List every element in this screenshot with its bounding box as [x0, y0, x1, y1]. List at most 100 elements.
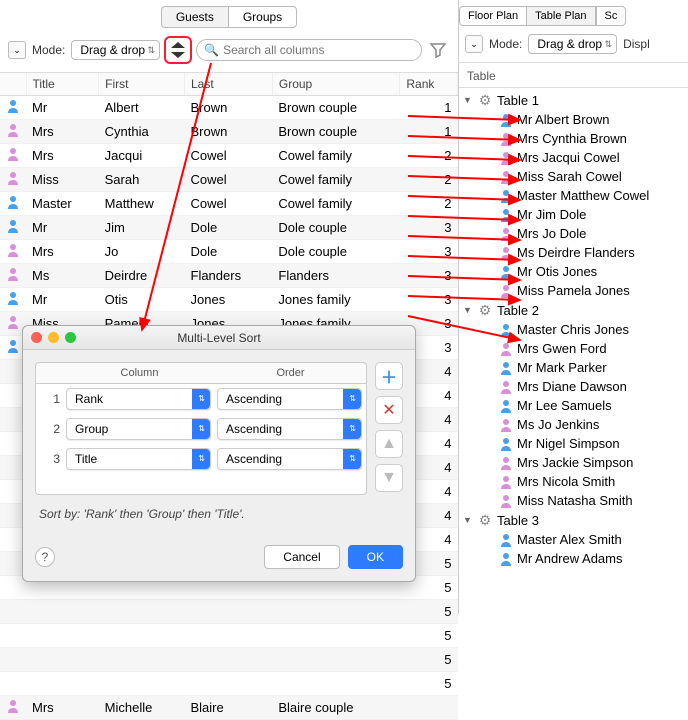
chevron-down-icon[interactable]: ▼: [463, 305, 473, 315]
cell-last: Cowel: [185, 168, 273, 192]
column-header-icon[interactable]: [0, 73, 26, 96]
table-row[interactable]: MrsJacquiCowelCowel family2: [0, 144, 458, 168]
tree-guest-row[interactable]: Mrs Diane Dawson: [459, 377, 688, 396]
tree-table-row[interactable]: ▼⚙Table 1: [459, 90, 688, 110]
dialog-title: Multi-Level Sort: [177, 331, 260, 345]
cell-first: Sarah: [99, 168, 185, 192]
table-row[interactable]: MsDeirdreFlandersFlanders3: [0, 264, 458, 288]
sort-order-select[interactable]: Ascending⇅: [217, 418, 362, 440]
cell-last: Dole: [185, 240, 273, 264]
tree-guest-row[interactable]: Mrs Jo Dole: [459, 224, 688, 243]
multi-sort-button[interactable]: [164, 36, 192, 64]
ok-button[interactable]: OK: [348, 545, 403, 569]
sort-column-select[interactable]: Rank⇅: [66, 388, 211, 410]
cell-last: [185, 672, 273, 696]
table-row[interactable]: 5: [0, 648, 458, 672]
cell-first: Jim: [99, 216, 185, 240]
chevron-down-icon[interactable]: ▼: [463, 95, 473, 105]
mode-select[interactable]: Drag & drop: [71, 40, 160, 60]
table-row[interactable]: 5: [0, 672, 458, 696]
cell-group: Cowel family: [272, 192, 399, 216]
person-icon: [0, 288, 26, 312]
zoom-window-icon[interactable]: [65, 332, 76, 343]
add-sort-level-button[interactable]: ＋: [375, 362, 403, 390]
tree-guest-row[interactable]: Mrs Gwen Ford: [459, 339, 688, 358]
minimize-window-icon[interactable]: [48, 332, 59, 343]
tab-sc[interactable]: Sc: [596, 6, 627, 26]
cancel-button[interactable]: Cancel: [264, 545, 339, 569]
tree-guest-row[interactable]: Master Matthew Cowel: [459, 186, 688, 205]
sort-icon: [170, 42, 186, 58]
person-icon: [0, 120, 26, 144]
cell-last: Cowel: [185, 144, 273, 168]
sort-order-select[interactable]: Ascending⇅: [217, 388, 362, 410]
table-row[interactable]: MissSarahCowelCowel family2: [0, 168, 458, 192]
tab-groups[interactable]: Groups: [228, 6, 297, 28]
tree-guest-row[interactable]: Mr Andrew Adams: [459, 549, 688, 568]
mode-select-right[interactable]: Drag & drop: [528, 34, 617, 54]
tree-table-row[interactable]: ▼⚙Table 2: [459, 300, 688, 320]
remove-sort-level-button[interactable]: ✕: [375, 396, 403, 424]
tree-table-row[interactable]: ▼⚙Table 3: [459, 510, 688, 530]
help-button[interactable]: ?: [35, 547, 55, 567]
guest-name: Mr Lee Samuels: [517, 398, 612, 413]
tree-guest-row[interactable]: Mr Jim Dole: [459, 205, 688, 224]
tree-guest-row[interactable]: Mr Mark Parker: [459, 358, 688, 377]
chevron-down-icon[interactable]: ▼: [463, 515, 473, 525]
tree-guest-row[interactable]: Ms Jo Jenkins: [459, 415, 688, 434]
tab-floor-plan[interactable]: Floor Plan: [459, 6, 526, 26]
tree-guest-row[interactable]: Mr Albert Brown: [459, 110, 688, 129]
disclosure-button-right[interactable]: ⌄: [465, 35, 483, 53]
table-row[interactable]: MrsJoDoleDole couple3: [0, 240, 458, 264]
tree-guest-row[interactable]: Miss Sarah Cowel: [459, 167, 688, 186]
column-header-group[interactable]: Group: [272, 73, 399, 96]
column-header-first[interactable]: First: [99, 73, 185, 96]
column-header-last[interactable]: Last: [185, 73, 273, 96]
tree-guest-row[interactable]: Master Chris Jones: [459, 320, 688, 339]
tree-guest-row[interactable]: Mr Otis Jones: [459, 262, 688, 281]
sort-column-select[interactable]: Title⇅: [66, 448, 211, 470]
disclosure-button[interactable]: ⌄: [8, 41, 26, 59]
window-controls[interactable]: [31, 332, 76, 343]
tab-guests[interactable]: Guests: [161, 6, 228, 28]
cell-group: Cowel family: [272, 144, 399, 168]
gear-icon: ⚙: [477, 512, 493, 528]
cell-title: Mr: [26, 288, 99, 312]
filter-button[interactable]: [426, 38, 450, 62]
cell-last: [185, 624, 273, 648]
column-header-title[interactable]: Title: [26, 73, 99, 96]
tree-guest-row[interactable]: Mrs Jacqui Cowel: [459, 148, 688, 167]
move-up-button[interactable]: ▲: [375, 430, 403, 458]
sort-order-select[interactable]: Ascending⇅: [217, 448, 362, 470]
tab-table-plan[interactable]: Table Plan: [526, 6, 595, 26]
table-row[interactable]: MrJimDoleDole couple3: [0, 216, 458, 240]
tree-guest-row[interactable]: Miss Natasha Smith: [459, 491, 688, 510]
tree-guest-row[interactable]: Mr Nigel Simpson: [459, 434, 688, 453]
tree-guest-row[interactable]: Mrs Cynthia Brown: [459, 129, 688, 148]
tree-guest-row[interactable]: Mr Lee Samuels: [459, 396, 688, 415]
table-row[interactable]: MrAlbertBrownBrown couple1: [0, 96, 458, 120]
cell-title: [26, 624, 99, 648]
cell-group: Flanders: [272, 264, 399, 288]
table-row[interactable]: MrsMichelleBlaireBlaire couple: [0, 696, 458, 720]
tree-guest-row[interactable]: Master Alex Smith: [459, 530, 688, 549]
cell-first: Deirdre: [99, 264, 185, 288]
guest-name: Ms Jo Jenkins: [517, 417, 599, 432]
tree-guest-row[interactable]: Miss Pamela Jones: [459, 281, 688, 300]
tree-guest-row[interactable]: Mrs Nicola Smith: [459, 472, 688, 491]
tree-guest-row[interactable]: Mrs Jackie Simpson: [459, 453, 688, 472]
gear-icon: ⚙: [477, 92, 493, 108]
table-row[interactable]: MrOtisJonesJones family3: [0, 288, 458, 312]
table-row[interactable]: 5: [0, 600, 458, 624]
table-row[interactable]: MasterMatthewCowelCowel family2: [0, 192, 458, 216]
search-input[interactable]: [196, 39, 422, 61]
cell-first: [99, 672, 185, 696]
column-header-rank[interactable]: Rank: [400, 73, 458, 96]
move-down-button[interactable]: ▼: [375, 464, 403, 492]
sort-column-select[interactable]: Group⇅: [66, 418, 211, 440]
table-row[interactable]: MrsCynthiaBrownBrown couple1: [0, 120, 458, 144]
cell-first: Jacqui: [99, 144, 185, 168]
table-row[interactable]: 5: [0, 624, 458, 648]
close-window-icon[interactable]: [31, 332, 42, 343]
tree-guest-row[interactable]: Ms Deirdre Flanders: [459, 243, 688, 262]
